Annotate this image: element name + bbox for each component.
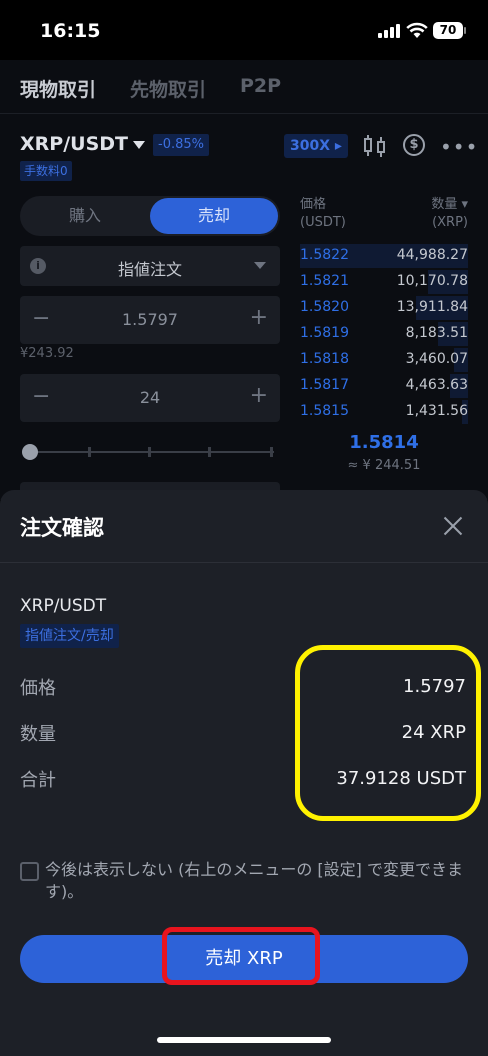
status-bar: 16:15 70	[0, 0, 488, 60]
wifi-icon	[406, 22, 428, 38]
status-time: 16:15	[40, 20, 101, 42]
chevron-down-icon	[254, 262, 266, 269]
battery-icon: 70	[433, 22, 463, 39]
quantity-input[interactable]: 24	[20, 388, 280, 407]
order-book-row[interactable]: 1.5819 8,183.51	[300, 322, 468, 348]
confirm-quantity-label: 数量	[20, 724, 56, 745]
order-book-row[interactable]: 1.5822 44,988.27	[300, 244, 468, 270]
ask-price: 1.5819	[300, 325, 349, 341]
last-price: 1.5814	[349, 432, 419, 453]
more-icon[interactable]: •••	[440, 135, 477, 159]
home-indicator	[157, 1037, 331, 1043]
slider-track	[30, 451, 274, 453]
price-stepper[interactable]: − 1.5797 +	[20, 296, 280, 344]
ask-price: 1.5820	[300, 299, 349, 315]
chart-icon[interactable]	[362, 133, 388, 159]
confirm-total-label: 合計	[20, 770, 56, 791]
slider-tick	[270, 447, 273, 457]
leverage-button[interactable]: 300X ▸	[284, 134, 348, 158]
order-book-row[interactable]: 1.5820 13,911.84	[300, 296, 468, 322]
top-tabs: 現物取引 先物取引 P2P	[0, 60, 488, 114]
order-type-label: 指値注文	[117, 260, 182, 279]
ask-qty: 1,431.56	[405, 403, 468, 419]
order-book-row[interactable]: 1.5815 1,431.56	[300, 400, 468, 426]
price-change-badge: -0.85%	[153, 134, 209, 156]
tab-futures[interactable]: 先物取引	[130, 75, 206, 102]
ask-price: 1.5815	[300, 403, 349, 419]
buy-sell-toggle: 購入 売却	[20, 196, 280, 236]
sell-tab[interactable]: 売却	[150, 198, 278, 234]
highlight-annotation	[162, 927, 320, 985]
plus-icon[interactable]: +	[250, 383, 268, 408]
market-pair[interactable]: XRP/USDT	[20, 133, 128, 155]
ask-qty: 4,463.63	[405, 377, 468, 393]
buy-tab[interactable]: 購入	[20, 196, 150, 236]
price-input[interactable]: 1.5797	[20, 310, 280, 329]
cellular-signal-icon	[378, 23, 400, 38]
highlight-annotation	[295, 645, 481, 821]
order-book-row[interactable]: 1.5818 3,460.07	[300, 348, 468, 374]
caret-down-icon[interactable]	[133, 141, 145, 149]
ask-qty: 13,911.84	[396, 299, 468, 315]
ask-qty: 3,460.07	[405, 351, 468, 367]
last-price-yen: ≈ ¥ 244.51	[347, 458, 421, 473]
battery-cap	[464, 27, 466, 34]
ask-price: 1.5821	[300, 273, 349, 289]
price-yen: ¥243.92	[20, 346, 74, 361]
slider-tick	[208, 447, 211, 457]
order-book-price-header: 価格 (USDT)	[300, 197, 346, 230]
ask-price: 1.5818	[300, 351, 349, 367]
close-icon[interactable]	[441, 514, 465, 538]
tab-spot[interactable]: 現物取引	[20, 75, 96, 102]
order-book-qty-header[interactable]: 数量 ▾ (XRP)	[410, 196, 468, 232]
slider-knob[interactable]	[22, 444, 38, 460]
tab-p2p[interactable]: P2P	[240, 75, 281, 97]
order-book-row[interactable]: 1.5817 4,463.63	[300, 374, 468, 400]
divider	[0, 113, 488, 114]
confirm-price-label: 価格	[20, 678, 56, 699]
slider-tick	[148, 447, 151, 457]
ask-qty: 10,170.78	[396, 273, 468, 289]
slider-tick	[88, 447, 91, 457]
dont-show-again-label[interactable]: 今後は表示しない (右上のメニューの [設定] で変更できます)。	[45, 859, 465, 903]
ask-price: 1.5822	[300, 247, 349, 263]
quantity-stepper[interactable]: − 24 +	[20, 374, 280, 422]
order-book-row[interactable]: 1.5821 10,170.78	[300, 270, 468, 296]
ask-qty: 8,183.51	[405, 325, 468, 341]
confirm-order-type-badge: 指値注文/売却	[20, 624, 119, 648]
order-type-select[interactable]: i 指値注文	[20, 246, 280, 286]
ask-qty: 44,988.27	[396, 247, 468, 263]
dollar-icon[interactable]: $	[403, 134, 425, 156]
amount-slider[interactable]	[20, 444, 276, 460]
dont-show-again-checkbox[interactable]	[20, 862, 39, 881]
divider	[0, 562, 488, 563]
fee-badge: 手数料0	[20, 161, 72, 181]
plus-icon[interactable]: +	[250, 305, 268, 330]
confirm-pair: XRP/USDT	[20, 596, 107, 616]
sheet-title: 注文確認	[20, 516, 104, 540]
ask-price: 1.5817	[300, 377, 349, 393]
